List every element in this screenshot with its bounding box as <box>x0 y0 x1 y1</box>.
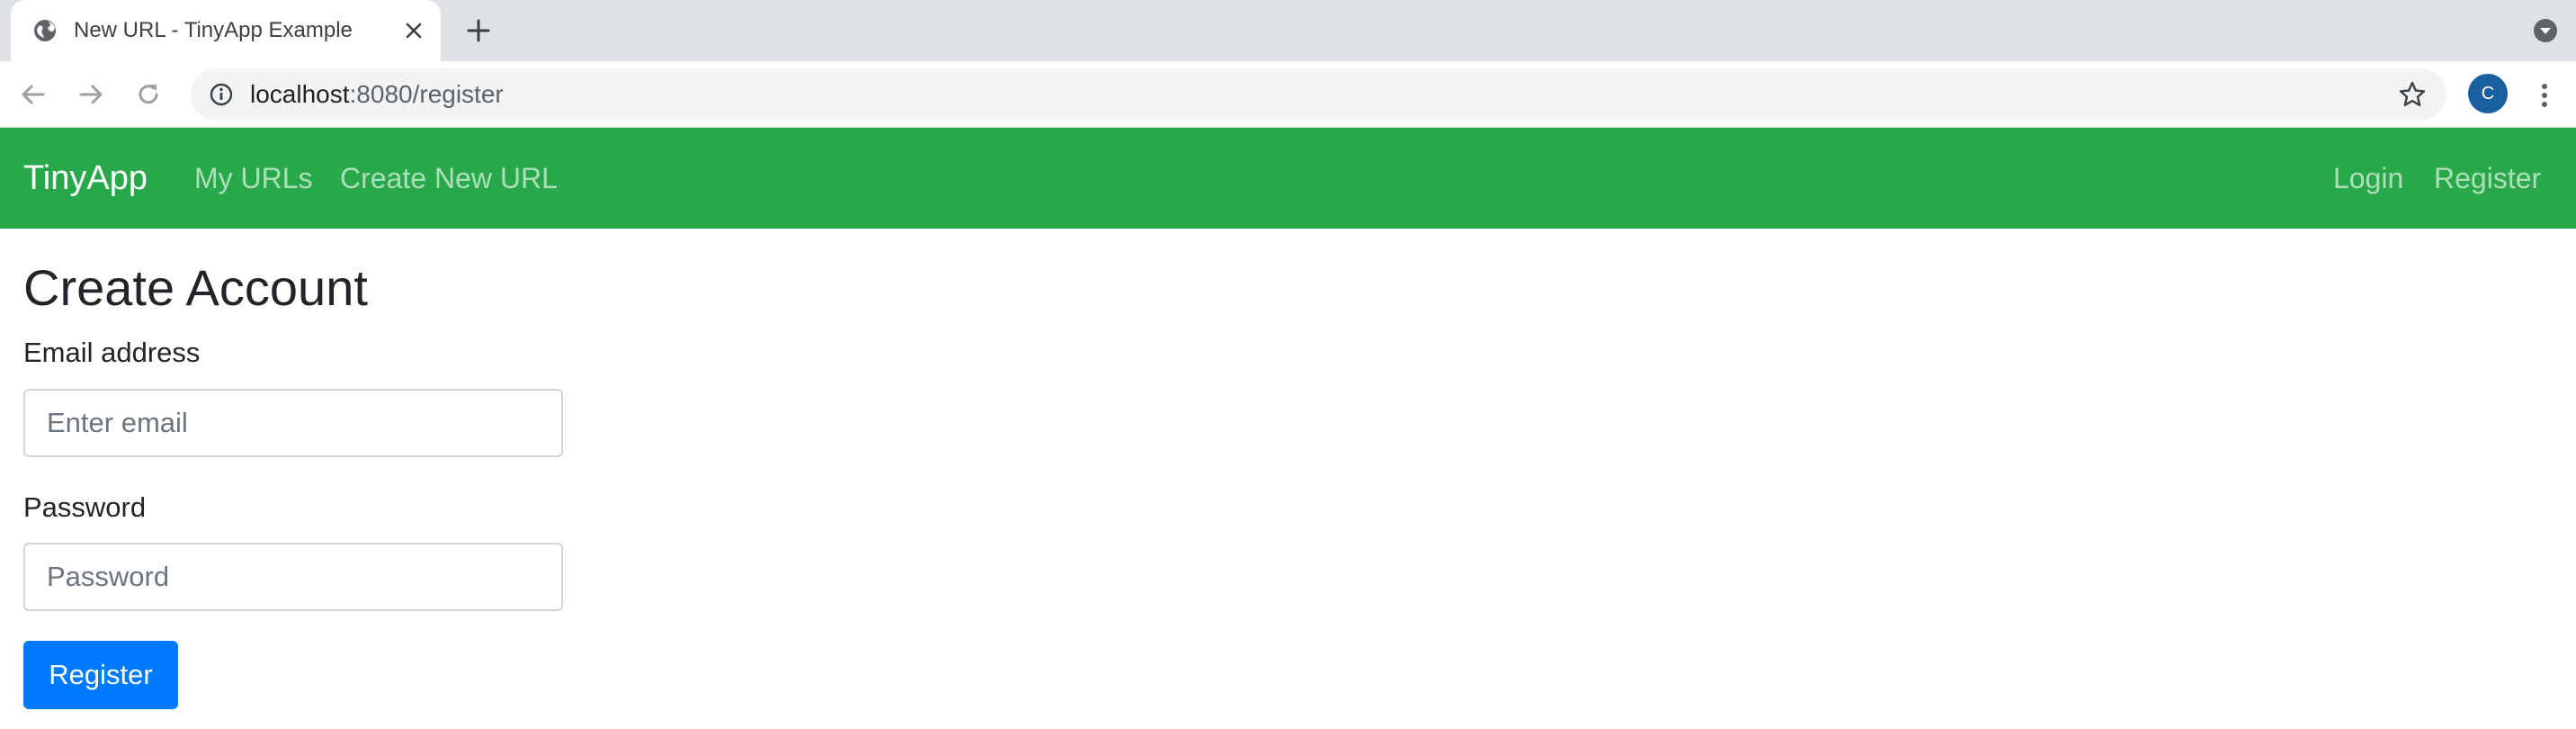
email-field[interactable] <box>23 389 563 457</box>
nav-link-create-new-url[interactable]: Create New URL <box>340 160 558 196</box>
kebab-menu-icon[interactable] <box>2531 77 2558 113</box>
nav-link-register[interactable]: Register <box>2434 160 2541 196</box>
url-host: localhost <box>250 80 350 108</box>
url-path: :8080/register <box>349 80 504 108</box>
tab-title: New URL - TinyApp Example <box>74 18 353 42</box>
password-field[interactable] <box>23 543 563 611</box>
back-arrow-icon[interactable] <box>14 76 52 113</box>
brand-link[interactable]: TinyApp <box>23 157 148 200</box>
nav-link-login[interactable]: Login <box>2333 160 2403 196</box>
tab-strip: New URL - TinyApp Example <box>0 0 2576 61</box>
reload-icon[interactable] <box>130 76 167 113</box>
star-icon[interactable] <box>2396 78 2428 111</box>
plus-icon[interactable] <box>462 14 495 47</box>
url-text[interactable]: localhost:8080/register <box>250 78 504 111</box>
register-button[interactable]: Register <box>23 641 178 709</box>
avatar[interactable]: C <box>2468 74 2508 113</box>
navbar: TinyApp My URLs Create New URL Login Reg… <box>0 128 2576 229</box>
address-bar[interactable]: localhost:8080/register <box>191 68 2446 121</box>
browser-tab[interactable]: New URL - TinyApp Example <box>11 0 441 61</box>
nav-link-my-urls[interactable]: My URLs <box>194 160 313 196</box>
page-title: Create Account <box>23 259 368 316</box>
close-icon[interactable] <box>399 16 428 45</box>
globe-icon <box>31 16 59 45</box>
email-label: Email address <box>23 337 201 368</box>
password-label: Password <box>23 491 147 523</box>
info-icon[interactable] <box>207 80 236 109</box>
browser-toolbar: localhost:8080/register C <box>0 61 2576 128</box>
tab-search-icon[interactable] <box>2529 14 2562 47</box>
forward-arrow-icon[interactable] <box>72 76 110 113</box>
